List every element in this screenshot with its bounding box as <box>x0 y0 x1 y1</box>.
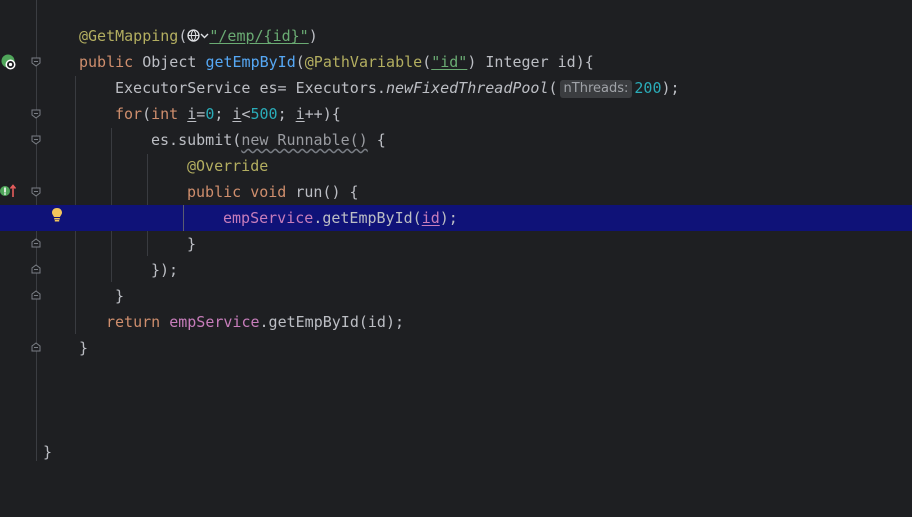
code-text: } <box>79 339 89 357</box>
code-line[interactable]: } <box>0 283 912 309</box>
keyword-token: public void <box>187 183 287 201</box>
code-text: { <box>367 131 386 149</box>
keyword-token: int <box>151 105 179 123</box>
code-text: ; <box>214 105 233 123</box>
anonymous-class-warning[interactable]: new Runnable() <box>241 131 367 149</box>
web-globe-icon[interactable] <box>187 27 209 45</box>
number-literal: 0 <box>205 105 215 123</box>
indent-guide <box>183 205 184 231</box>
code-text: }); <box>151 261 179 279</box>
code-text: run() { <box>286 183 359 201</box>
code-line[interactable]: } <box>0 335 912 361</box>
method-name: getEmpById <box>205 53 296 71</box>
code-text: Object <box>133 53 206 71</box>
punctuation: ( <box>422 53 432 71</box>
punctuation: ( <box>548 79 558 97</box>
method-call: newFixedThreadPool <box>385 79 549 97</box>
code-text: = <box>196 105 206 123</box>
annotation-token: @GetMapping <box>79 27 179 45</box>
lightbulb-icon[interactable] <box>51 207 63 223</box>
code-text: } <box>187 235 197 253</box>
variable-token: id <box>421 209 440 227</box>
code-text: es.submit( <box>151 131 242 149</box>
number-literal: 500 <box>250 105 278 123</box>
code-line[interactable]: public void run() { <box>0 179 912 205</box>
code-line[interactable]: @GetMapping("/emp/{id}") <box>0 23 912 49</box>
keyword-token: for <box>115 105 143 123</box>
variable-token: i <box>187 105 197 123</box>
punctuation: ( <box>142 105 152 123</box>
number-literal: 200 <box>634 79 662 97</box>
code-line[interactable]: es.submit(new Runnable() { <box>0 127 912 153</box>
code-text: } <box>115 287 125 305</box>
code-text: ++){ <box>304 105 341 123</box>
code-line[interactable]: ExecutorService es= Executors.newFixedTh… <box>0 75 912 101</box>
code-line-current[interactable]: empService.getEmpById(id); <box>0 205 912 231</box>
string-literal: "/emp/{id}" <box>209 27 309 45</box>
code-line[interactable]: @Override <box>0 153 912 179</box>
keyword-token: public <box>79 53 134 71</box>
code-text: } <box>43 443 53 461</box>
code-line[interactable]: public Object getEmpById(@PathVariable("… <box>0 49 912 75</box>
keyword-token: return <box>106 313 161 331</box>
field-token: empService <box>223 209 314 227</box>
code-text: .getEmpById(id); <box>259 313 405 331</box>
code-text: ; <box>277 105 296 123</box>
punctuation: ); <box>661 79 680 97</box>
punctuation: ) <box>308 27 318 45</box>
code-line[interactable]: }); <box>0 257 912 283</box>
code-line[interactable]: } <box>0 231 912 257</box>
code-line[interactable]: for(int i=0; i<500; i++){ <box>0 101 912 127</box>
annotation-token: @Override <box>187 157 269 175</box>
code-line[interactable]: } <box>0 439 912 465</box>
string-literal: "id" <box>431 53 468 71</box>
variable-token: i <box>295 105 305 123</box>
parameter-hint: nThreads: <box>559 80 633 98</box>
code-text: ); <box>439 209 458 227</box>
punctuation: ( <box>295 53 305 71</box>
field-token: empService <box>169 313 260 331</box>
annotation-token: @PathVariable <box>304 53 423 71</box>
code-text: ExecutorService es= Executors. <box>115 79 386 97</box>
code-text: .getEmpById( <box>313 209 422 227</box>
code-text: ) Integer id){ <box>467 53 594 71</box>
code-line[interactable]: return empService.getEmpById(id); <box>0 309 912 335</box>
